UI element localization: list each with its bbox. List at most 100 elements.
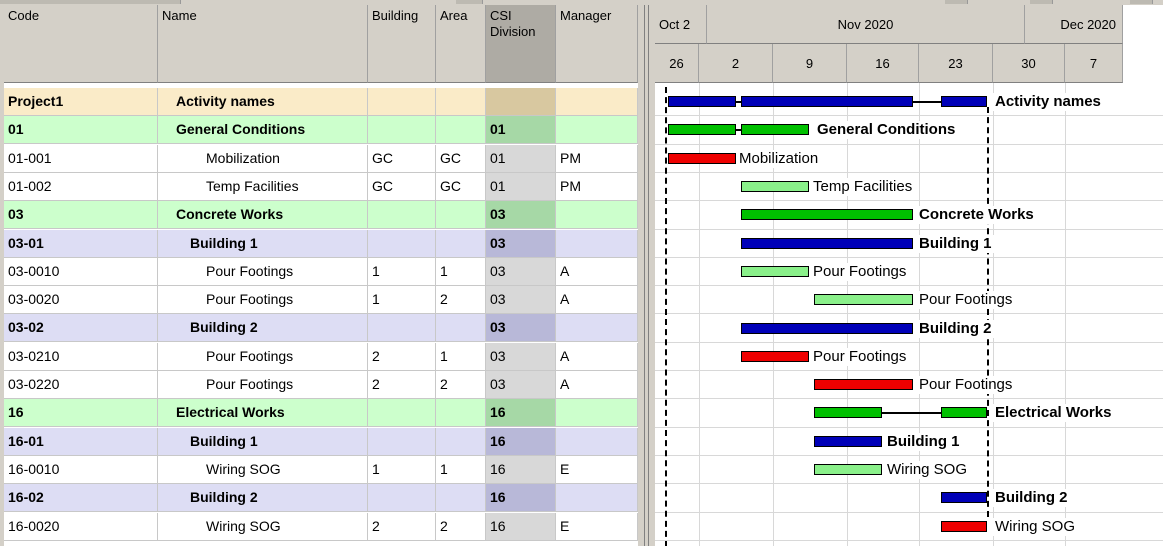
cell-code[interactable]: 01 — [4, 116, 158, 145]
cell-name[interactable]: Wiring SOG — [158, 455, 368, 484]
cell-code[interactable]: 03-0220 — [4, 371, 158, 399]
cell-manager[interactable] — [556, 427, 638, 456]
division-row[interactable]: 01 General Conditions 01 — [4, 116, 638, 145]
cell-csi[interactable]: 16 — [486, 399, 556, 428]
gantt-bar[interactable] — [741, 350, 809, 362]
gantt-bar[interactable] — [814, 379, 913, 391]
cell-code[interactable]: 01-001 — [4, 144, 158, 173]
division-row[interactable]: 16 Electrical Works 16 — [4, 399, 638, 428]
cell-area[interactable]: 2 — [436, 512, 486, 541]
cell-code[interactable]: 16 — [4, 399, 158, 428]
cell-area[interactable]: 1 — [436, 257, 486, 286]
cell-code[interactable]: 03-0210 — [4, 342, 158, 371]
gantt-bar[interactable] — [741, 322, 913, 334]
cell-name[interactable]: Pour Footings — [158, 371, 368, 399]
cell-csi[interactable]: 16 — [486, 484, 556, 513]
cell-building[interactable]: 1 — [368, 257, 436, 286]
cell-manager[interactable] — [556, 201, 638, 230]
cell-area[interactable]: 1 — [436, 455, 486, 484]
cell-code[interactable]: 16-02 — [4, 484, 158, 513]
cell-building[interactable]: GC — [368, 172, 436, 201]
cell-csi[interactable]: 03 — [486, 257, 556, 286]
cell-area[interactable] — [436, 314, 486, 343]
cell-area[interactable]: 2 — [436, 286, 486, 315]
cell-manager[interactable] — [556, 229, 638, 258]
cell-name[interactable]: Building 1 — [158, 427, 368, 456]
toolbar-button[interactable] — [1130, 0, 1153, 4]
cell-csi[interactable]: 03 — [486, 286, 556, 315]
column-header-manager[interactable]: Manager — [556, 5, 638, 83]
cell-csi[interactable]: 03 — [486, 229, 556, 258]
cell-name[interactable]: Building 2 — [158, 314, 368, 343]
cell-building[interactable] — [368, 484, 436, 513]
cell-name[interactable]: Pour Footings — [158, 286, 368, 315]
gantt-bar[interactable] — [741, 96, 913, 108]
cell-name[interactable]: Electrical Works — [158, 399, 368, 428]
gantt-bar[interactable] — [814, 464, 882, 476]
gantt-bar[interactable] — [741, 124, 809, 136]
cell-building[interactable] — [368, 229, 436, 258]
activity-row[interactable]: 03-0020 Pour Footings 1 2 03 A — [4, 286, 638, 315]
activity-row[interactable]: 01-001 Mobilization GC GC 01 PM — [4, 144, 638, 173]
activity-row[interactable]: 03-0210 Pour Footings 2 1 03 A — [4, 342, 638, 371]
cell-manager[interactable]: A — [556, 342, 638, 371]
pane-splitter[interactable] — [638, 5, 655, 546]
cell-csi[interactable]: 01 — [486, 144, 556, 173]
column-header-name[interactable]: Name — [158, 5, 368, 83]
cell-name[interactable]: Concrete Works — [158, 201, 368, 230]
cell-code[interactable]: 03-0010 — [4, 257, 158, 286]
cell-area[interactable]: 2 — [436, 371, 486, 399]
column-header-csi[interactable]: CSI Division — [486, 5, 556, 83]
cell-code[interactable]: 03 — [4, 201, 158, 230]
cell-manager[interactable]: A — [556, 257, 638, 286]
building-row[interactable]: 16-02 Building 2 16 — [4, 484, 638, 513]
gantt-bar[interactable] — [741, 237, 913, 249]
activity-row[interactable]: 03-0010 Pour Footings 1 1 03 A — [4, 257, 638, 286]
activity-row[interactable]: 03-0220 Pour Footings 2 2 03 A — [4, 371, 638, 399]
building-row[interactable]: 03-01 Building 1 03 — [4, 229, 638, 258]
cell-building[interactable] — [368, 399, 436, 428]
cell-manager[interactable]: E — [556, 455, 638, 484]
gantt-bar[interactable] — [941, 96, 987, 108]
cell-area[interactable] — [436, 116, 486, 145]
cell-manager[interactable]: E — [556, 512, 638, 541]
cell-area[interactable]: GC — [436, 172, 486, 201]
project-row[interactable]: Project1 Activity names — [4, 88, 638, 116]
toolbar-button[interactable] — [945, 0, 968, 4]
cell-name[interactable]: Building 1 — [158, 229, 368, 258]
cell-name[interactable]: Activity names — [158, 88, 368, 116]
gantt-bar[interactable] — [668, 152, 736, 164]
cell-manager[interactable] — [556, 484, 638, 513]
gantt-bar[interactable] — [814, 294, 913, 306]
gantt-bar[interactable] — [941, 520, 987, 532]
cell-building[interactable]: 2 — [368, 342, 436, 371]
cell-manager[interactable] — [556, 88, 638, 116]
gantt-bar[interactable] — [941, 407, 987, 419]
gantt-bar[interactable] — [741, 265, 809, 277]
activity-row[interactable]: 16-0010 Wiring SOG 1 1 16 E — [4, 455, 638, 484]
cell-area[interactable]: GC — [436, 144, 486, 173]
cell-csi[interactable]: 03 — [486, 201, 556, 230]
activity-row[interactable]: 01-002 Temp Facilities GC GC 01 PM — [4, 172, 638, 201]
column-header-area[interactable]: Area — [436, 5, 486, 83]
cell-area[interactable] — [436, 427, 486, 456]
cell-building[interactable]: 1 — [368, 455, 436, 484]
building-row[interactable]: 03-02 Building 2 03 — [4, 314, 638, 343]
cell-manager[interactable] — [556, 116, 638, 145]
cell-csi[interactable]: 03 — [486, 342, 556, 371]
cell-code[interactable]: 16-01 — [4, 427, 158, 456]
cell-building[interactable]: 2 — [368, 371, 436, 399]
cell-code[interactable]: 03-02 — [4, 314, 158, 343]
cell-code[interactable]: 03-0020 — [4, 286, 158, 315]
cell-area[interactable] — [436, 399, 486, 428]
cell-manager[interactable]: A — [556, 286, 638, 315]
cell-csi[interactable]: 16 — [486, 512, 556, 541]
gantt-bar[interactable] — [668, 124, 736, 136]
cell-area[interactable] — [436, 484, 486, 513]
cell-manager[interactable] — [556, 399, 638, 428]
gantt-bar[interactable] — [741, 181, 809, 193]
cell-building[interactable] — [368, 116, 436, 145]
cell-code[interactable]: 01-002 — [4, 172, 158, 201]
cell-area[interactable] — [436, 88, 486, 116]
cell-area[interactable] — [436, 201, 486, 230]
